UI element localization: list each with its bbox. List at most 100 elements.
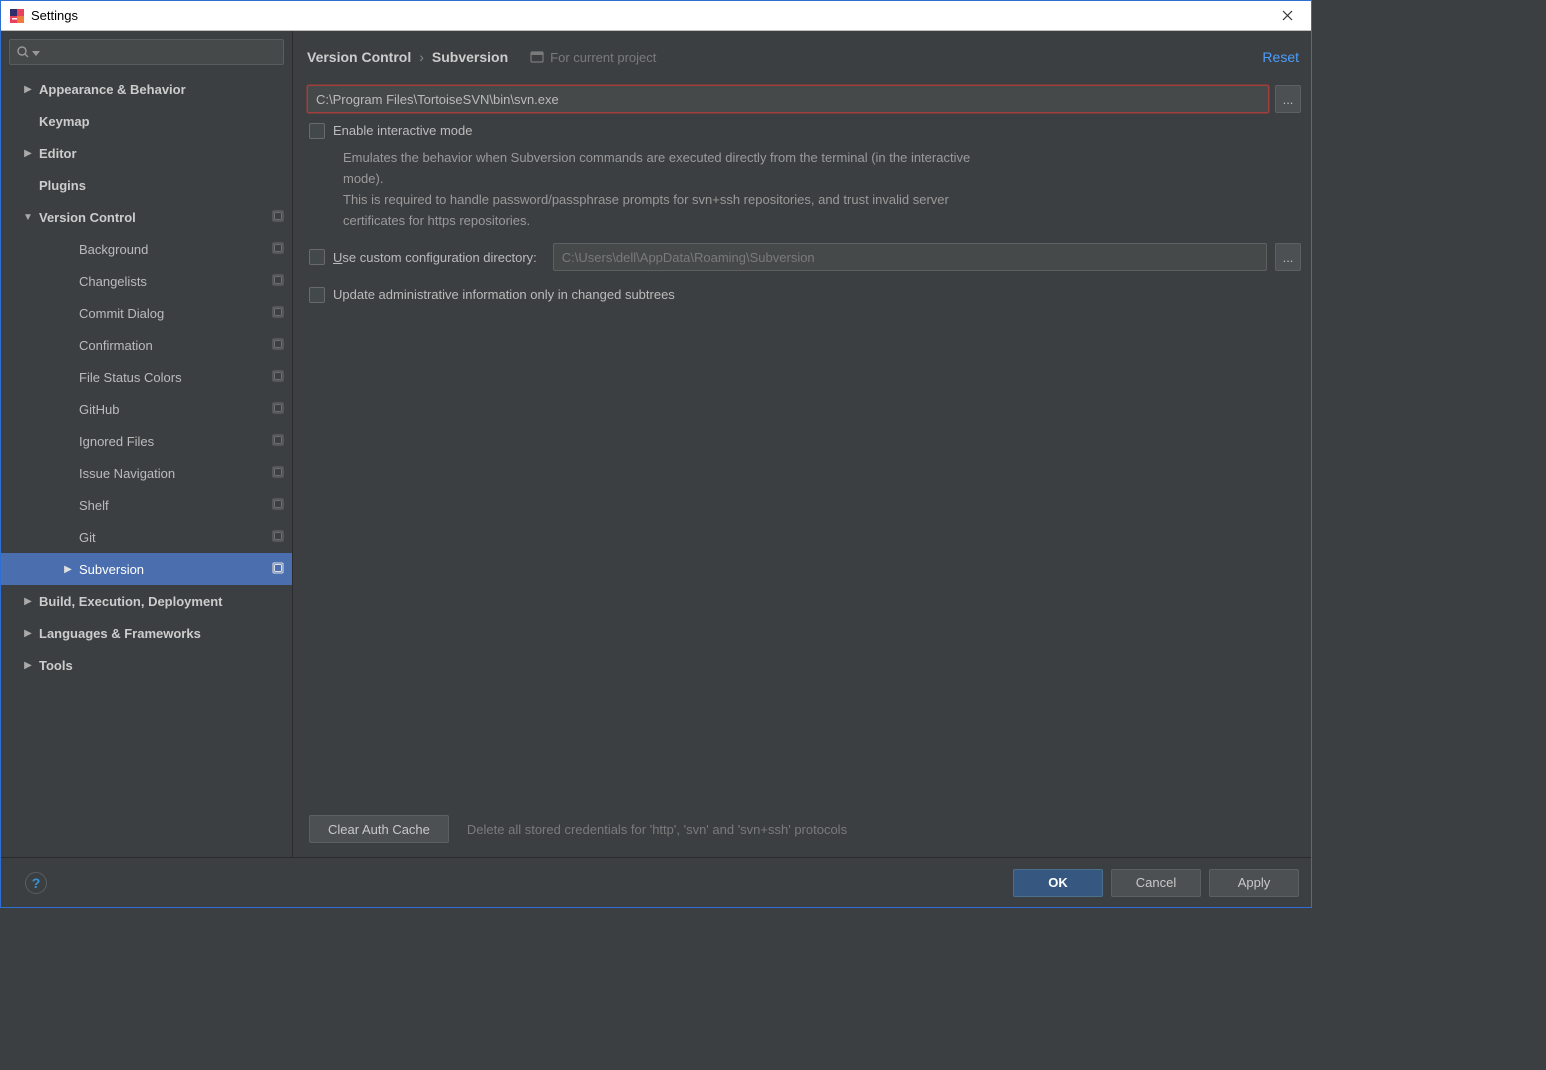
sidebar-item-keymap[interactable]: ▶Keymap xyxy=(1,105,292,137)
project-scope-icon xyxy=(272,466,286,480)
sidebar-item-label: Appearance & Behavior xyxy=(39,82,286,97)
sidebar-item-build-execution-deployment[interactable]: ▶ Build, Execution, Deployment xyxy=(1,585,292,617)
sidebar-item-subversion[interactable]: ▶ Subversion xyxy=(1,553,292,585)
tree-arrow-icon: ▶ xyxy=(21,148,35,159)
update-admin-checkbox[interactable] xyxy=(309,287,325,303)
tree-arrow-icon: ▶ xyxy=(21,660,35,671)
project-scope-icon xyxy=(272,210,286,224)
sidebar-item-git[interactable]: ▶Git xyxy=(1,521,292,553)
main-area: ▶Appearance & Behavior▶Keymap▶Editor▶Plu… xyxy=(1,31,1311,857)
custom-config-row: Use custom configuration directory: ... xyxy=(307,243,1301,271)
sidebar-item-label: Background xyxy=(79,242,266,257)
sidebar-item-label: Shelf xyxy=(79,498,266,513)
sidebar-item-changelists[interactable]: ▶Changelists xyxy=(1,265,292,297)
interactive-mode-checkbox[interactable] xyxy=(309,123,325,139)
svn-path-row: ... xyxy=(307,85,1301,113)
project-scope-icon xyxy=(272,242,286,256)
sidebar-item-label: Build, Execution, Deployment xyxy=(39,594,286,609)
apply-button[interactable]: Apply xyxy=(1209,869,1299,897)
settings-tree: ▶Appearance & Behavior▶Keymap▶Editor▶Plu… xyxy=(1,71,292,857)
project-scope-icon xyxy=(272,530,286,544)
project-scope-icon xyxy=(272,338,286,352)
sidebar-item-background[interactable]: ▶Background xyxy=(1,233,292,265)
breadcrumb-row: Version Control › Subversion For current… xyxy=(307,43,1301,71)
window-title: Settings xyxy=(31,8,1271,23)
sidebar-item-github[interactable]: ▶GitHub xyxy=(1,393,292,425)
sidebar-item-confirmation[interactable]: ▶Confirmation xyxy=(1,329,292,361)
project-scope-label: For current project xyxy=(550,50,656,65)
project-scope-icon xyxy=(272,498,286,512)
sidebar-item-version-control[interactable]: ▼ Version Control xyxy=(1,201,292,233)
custom-config-input[interactable] xyxy=(553,243,1267,271)
sidebar-item-appearance-behavior[interactable]: ▶ Appearance & Behavior xyxy=(1,73,292,105)
sidebar-item-tools[interactable]: ▶ Tools xyxy=(1,649,292,681)
breadcrumb-separator: › xyxy=(419,49,424,65)
update-admin-row: Update administrative information only i… xyxy=(307,285,1301,305)
project-scope-icon xyxy=(272,562,286,576)
interactive-mode-row: Enable interactive mode xyxy=(307,121,1301,141)
project-scope-icon xyxy=(530,50,544,64)
sidebar-item-label: Keymap xyxy=(39,114,286,129)
tree-arrow-icon: ▶ xyxy=(21,628,35,639)
tree-arrow-icon: ▶ xyxy=(61,564,75,575)
breadcrumb: Version Control › Subversion xyxy=(307,49,508,65)
sidebar-item-label: Languages & Frameworks xyxy=(39,626,286,641)
tree-arrow-icon: ▶ xyxy=(21,596,35,607)
search-row xyxy=(1,31,292,71)
interactive-mode-help: Emulates the behavior when Subversion co… xyxy=(343,147,1003,231)
sidebar-item-label: File Status Colors xyxy=(79,370,266,385)
sidebar-item-label: Subversion xyxy=(79,562,266,577)
project-scope-icon xyxy=(272,306,286,320)
sidebar-item-commit-dialog[interactable]: ▶Commit Dialog xyxy=(1,297,292,329)
browse-config-dir-button[interactable]: ... xyxy=(1275,243,1301,271)
settings-sidebar: ▶Appearance & Behavior▶Keymap▶Editor▶Plu… xyxy=(1,31,293,857)
custom-config-checkbox[interactable] xyxy=(309,249,325,265)
sidebar-item-label: Editor xyxy=(39,146,286,161)
svn-path-input[interactable] xyxy=(307,85,1269,113)
sidebar-item-label: Issue Navigation xyxy=(79,466,266,481)
breadcrumb-current: Subversion xyxy=(432,49,508,65)
sidebar-item-label: Tools xyxy=(39,658,286,673)
cancel-button[interactable]: Cancel xyxy=(1111,869,1201,897)
sidebar-item-label: GitHub xyxy=(79,402,266,417)
project-scope-icon xyxy=(272,274,286,288)
sidebar-item-label: Commit Dialog xyxy=(79,306,266,321)
project-scope: For current project xyxy=(530,50,656,65)
sidebar-item-label: Plugins xyxy=(39,178,286,193)
clear-auth-cache-button[interactable]: Clear Auth Cache xyxy=(309,815,449,843)
clear-auth-cache-help: Delete all stored credentials for 'http'… xyxy=(467,822,847,837)
ok-button[interactable]: OK xyxy=(1013,869,1103,897)
sidebar-item-file-status-colors[interactable]: ▶File Status Colors xyxy=(1,361,292,393)
dialog-button-bar: ? OK Cancel Apply xyxy=(1,857,1311,907)
sidebar-item-issue-navigation[interactable]: ▶Issue Navigation xyxy=(1,457,292,489)
update-admin-label[interactable]: Update administrative information only i… xyxy=(333,285,675,305)
tree-arrow-icon: ▼ xyxy=(21,212,35,223)
titlebar: Settings xyxy=(1,1,1311,31)
help-button[interactable]: ? xyxy=(25,872,47,894)
sidebar-item-editor[interactable]: ▶ Editor xyxy=(1,137,292,169)
project-scope-icon xyxy=(272,402,286,416)
settings-content: Version Control › Subversion For current… xyxy=(293,31,1311,857)
sidebar-item-label: Version Control xyxy=(39,210,266,225)
project-scope-icon xyxy=(272,434,286,448)
sidebar-item-label: Confirmation xyxy=(79,338,266,353)
interactive-mode-label[interactable]: Enable interactive mode xyxy=(333,121,472,141)
chevron-down-icon xyxy=(32,45,40,60)
window-close-button[interactable] xyxy=(1271,4,1303,28)
sidebar-item-shelf[interactable]: ▶Shelf xyxy=(1,489,292,521)
browse-svn-path-button[interactable]: ... xyxy=(1275,85,1301,113)
sidebar-item-plugins[interactable]: ▶Plugins xyxy=(1,169,292,201)
project-scope-icon xyxy=(272,370,286,384)
sidebar-item-label: Changelists xyxy=(79,274,266,289)
custom-config-label[interactable]: Use custom configuration directory: xyxy=(333,250,537,265)
sidebar-item-label: Git xyxy=(79,530,266,545)
tree-arrow-icon: ▶ xyxy=(21,84,35,95)
reset-link[interactable]: Reset xyxy=(1262,49,1301,65)
sidebar-item-ignored-files[interactable]: ▶Ignored Files xyxy=(1,425,292,457)
clear-cache-row: Clear Auth Cache Delete all stored crede… xyxy=(307,815,1301,857)
search-input[interactable] xyxy=(9,39,284,65)
app-icon xyxy=(9,8,25,24)
sidebar-item-languages-frameworks[interactable]: ▶ Languages & Frameworks xyxy=(1,617,292,649)
breadcrumb-parent[interactable]: Version Control xyxy=(307,49,411,65)
sidebar-item-label: Ignored Files xyxy=(79,434,266,449)
